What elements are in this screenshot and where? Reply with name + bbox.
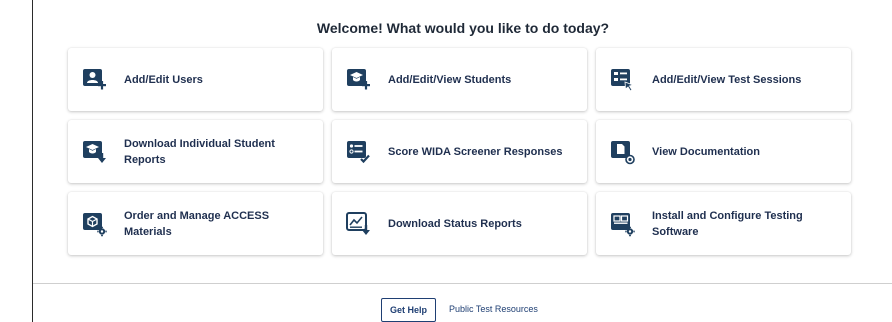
download-individual-student-reports-card[interactable]: Download Individual Student Reports xyxy=(68,120,323,183)
card-label: Order and Manage ACCESS Materials xyxy=(124,209,270,238)
download-status-reports-card[interactable]: Download Status Reports xyxy=(332,192,587,255)
card-label: Score WIDA Screener Responses xyxy=(388,145,563,158)
student-add-icon xyxy=(347,68,370,89)
windows-gear-icon xyxy=(611,212,635,236)
user-add-icon xyxy=(83,68,106,89)
box-gear-icon xyxy=(83,212,107,236)
footer-divider xyxy=(33,283,892,284)
get-help-button[interactable]: Get Help xyxy=(381,298,436,322)
card-label: Install and Configure Testing Software xyxy=(652,209,803,238)
add-edit-view-test-sessions-card[interactable]: Add/Edit/View Test Sessions xyxy=(596,48,851,111)
score-wida-screener-responses-card[interactable]: Score WIDA Screener Responses xyxy=(332,120,587,183)
add-edit-view-students-card[interactable]: Add/Edit/View Students xyxy=(332,48,587,111)
page-title: Welcome! What would you like to do today… xyxy=(316,20,610,36)
chart-download-icon xyxy=(346,211,370,235)
view-documentation-card[interactable]: View Documentation xyxy=(596,120,851,183)
card-label: View Documentation xyxy=(652,145,760,158)
card-label: Add/Edit/View Test Sessions xyxy=(652,73,802,86)
score-checklist-icon xyxy=(347,140,370,163)
add-edit-users-card[interactable]: Add/Edit Users xyxy=(68,48,323,111)
card-label: Add/Edit/View Students xyxy=(388,73,512,86)
card-label: Download Status Reports xyxy=(388,217,522,230)
card-label: Download Individual Student Reports xyxy=(124,137,275,166)
test-sessions-icon xyxy=(611,68,635,92)
student-download-icon xyxy=(83,140,106,163)
document-view-icon xyxy=(611,140,635,164)
public-test-resources-link[interactable]: Public Test Resources xyxy=(449,304,538,314)
card-label: Add/Edit Users xyxy=(124,73,203,86)
main-panel: Welcome! What would you like to do today… xyxy=(32,0,892,322)
order-manage-access-materials-card[interactable]: Order and Manage ACCESS Materials xyxy=(68,192,323,255)
install-configure-testing-software-card[interactable]: Install and Configure Testing Software xyxy=(596,192,851,255)
